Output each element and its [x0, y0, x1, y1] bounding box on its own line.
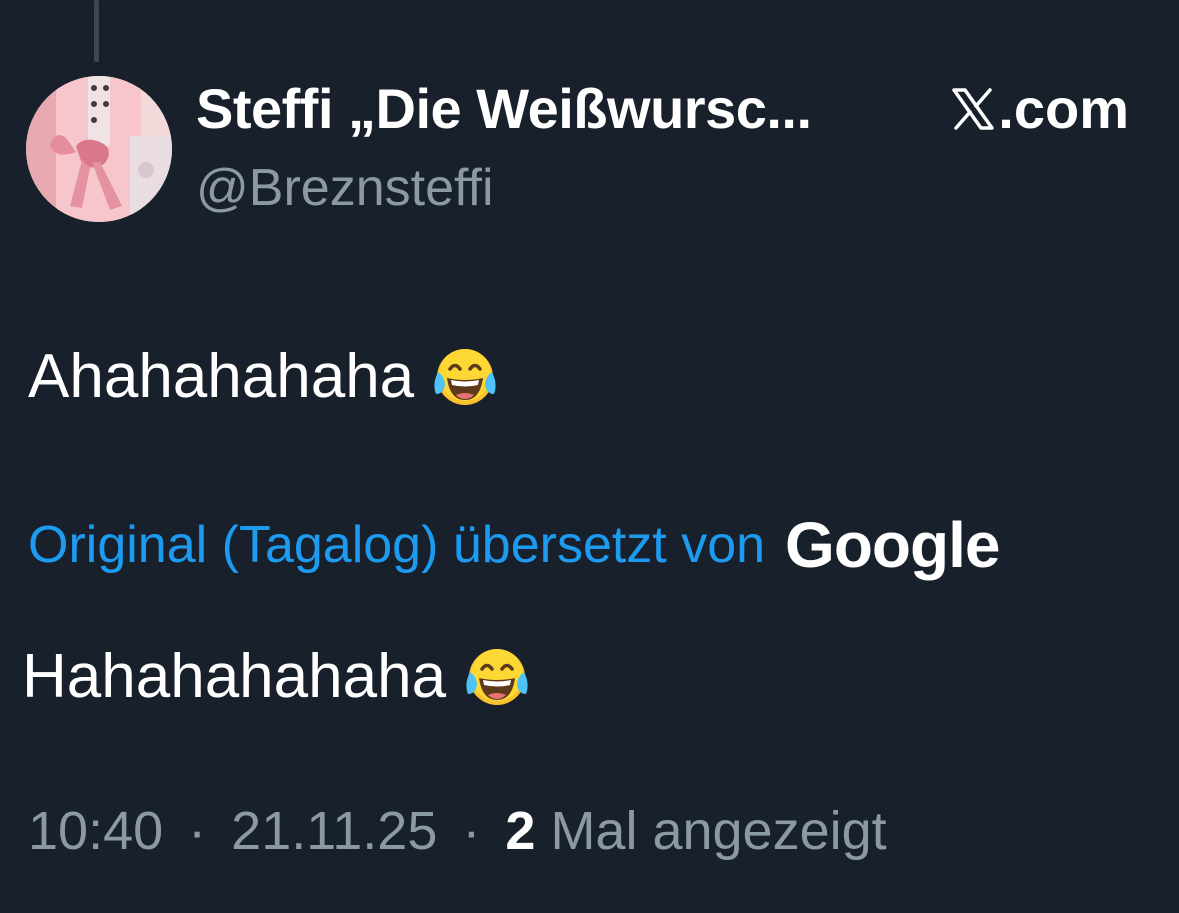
avatar[interactable] [26, 76, 172, 222]
translation-attribution[interactable]: Original (Tagalog) übersetzt von Google [28, 509, 1000, 581]
author-display-name[interactable]: Steffi „Die Weißwursc... [196, 76, 812, 142]
post-text-original: Ahahahahaha [28, 340, 500, 414]
author-handle[interactable]: @Breznsteffi [196, 156, 494, 220]
post-text-translated-content: Hahahahahaha [22, 642, 447, 711]
view-count-label: Mal angezeigt [550, 801, 887, 861]
x-logo-icon [952, 88, 995, 130]
post-date[interactable]: 21.11.25 [231, 801, 437, 861]
post-time[interactable]: 10:40 [28, 801, 163, 861]
avatar-image [26, 76, 172, 222]
thread-connector-line [94, 0, 99, 62]
face-with-tears-of-joy-icon [434, 349, 496, 405]
translation-link[interactable]: Original (Tagalog) übersetzt von [28, 510, 765, 580]
post-text-translated: Hahahahahaha [22, 640, 532, 714]
site-domain-label: .com [998, 77, 1129, 140]
meta-separator: · [462, 801, 481, 861]
meta-separator: · [188, 801, 207, 861]
google-logo: Google [785, 509, 1000, 581]
post-text-original-content: Ahahahahaha [28, 342, 415, 411]
post-metadata: 10:40 · 21.11.25 · 2 Mal angezeigt [28, 796, 887, 866]
view-count: 2 [505, 801, 536, 861]
site-source-link[interactable]: .com [950, 76, 1129, 142]
face-with-tears-of-joy-icon [466, 649, 528, 705]
